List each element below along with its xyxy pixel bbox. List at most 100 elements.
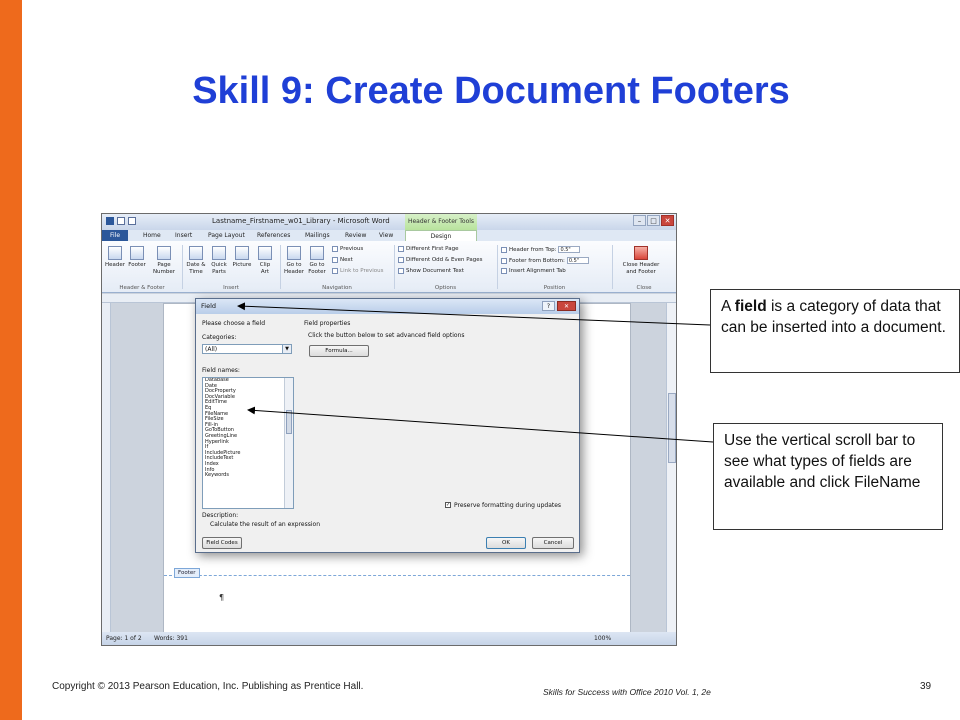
preserve-formatting-checkbox[interactable]: ✓ xyxy=(445,502,451,508)
preserve-formatting-label: Preserve formatting during updates xyxy=(454,502,562,509)
show-document-text-option[interactable]: Show Document Text xyxy=(398,268,464,274)
copyright-notice: Copyright © 2013 Pearson Education, Inc.… xyxy=(52,681,364,692)
header-from-top-field[interactable]: Header from Top: 0.5" xyxy=(501,246,581,253)
word-count[interactable]: Words: 391 xyxy=(154,635,188,642)
different-first-page-option[interactable]: Different First Page xyxy=(398,246,459,252)
tab-mailings[interactable]: Mailings xyxy=(305,232,330,239)
field-dialog: Field ? ✕ Please choose a field Categori… xyxy=(195,298,580,553)
go-to-header-button[interactable]: Go to Header xyxy=(284,246,304,276)
ribbon: Header Footer Page Number Date & Time Qu… xyxy=(102,241,676,293)
cancel-button[interactable]: Cancel xyxy=(532,537,574,549)
description-text: Calculate the result of an expression xyxy=(210,521,321,528)
header-icon xyxy=(108,246,122,260)
save-icon[interactable] xyxy=(117,217,125,225)
field-definition-callout: A field is a category of data that can b… xyxy=(710,289,960,373)
field-names-label: Field names: xyxy=(202,367,240,374)
ok-button[interactable]: OK xyxy=(486,537,526,549)
group-separator xyxy=(280,245,281,289)
insert-alignment-tab-button[interactable]: Insert Alignment Tab xyxy=(501,268,566,274)
checked-checkbox-icon xyxy=(398,268,404,274)
alignment-tab-icon xyxy=(501,268,507,274)
categories-label: Categories: xyxy=(202,334,237,341)
document-scroll-thumb[interactable] xyxy=(668,393,676,463)
tab-review[interactable]: Review xyxy=(345,232,366,239)
book-title: Skills for Success with Office 2010 Vol.… xyxy=(543,687,711,697)
group-label-insert: Insert xyxy=(223,285,239,291)
link-icon xyxy=(332,268,338,274)
minimize-button[interactable]: – xyxy=(633,215,646,226)
group-label-close: Close xyxy=(636,285,652,291)
chevron-down-icon: ▼ xyxy=(282,345,291,353)
close-header-footer-icon xyxy=(634,246,648,260)
field-term: field xyxy=(734,298,767,315)
dialog-title: Field xyxy=(196,299,579,314)
vertical-ruler[interactable] xyxy=(102,303,111,632)
ribbon-tab-row: File Home Insert Page Layout References … xyxy=(102,230,676,241)
go-to-footer-button[interactable]: Go to Footer xyxy=(307,246,327,276)
close-header-footer-button[interactable]: Close Header and Footer xyxy=(619,246,663,276)
help-button[interactable]: ? xyxy=(542,301,555,311)
group-label-options: Options xyxy=(434,285,457,291)
previous-icon xyxy=(332,246,338,252)
word-window-screenshot: Lastname_Firstname_w01_Library - Microso… xyxy=(101,213,677,646)
clip-art-button[interactable]: Clip Art xyxy=(255,246,275,276)
go-to-footer-icon xyxy=(310,246,324,260)
field-names-list[interactable]: Database Date DocProperty DocVariable EditTi… xyxy=(202,377,294,509)
field-list-scroll-thumb[interactable] xyxy=(286,410,292,434)
previous-button[interactable]: Previous xyxy=(332,246,363,252)
quick-parts-button[interactable]: Quick Parts xyxy=(209,246,229,276)
header-button[interactable]: Header xyxy=(105,246,125,269)
zoom-level[interactable]: 100% xyxy=(594,635,611,642)
page-number-button[interactable]: Page Number xyxy=(152,246,176,276)
status-bar: Page: 1 of 2 Words: 391 100% xyxy=(102,632,676,645)
tab-page-layout[interactable]: Page Layout xyxy=(208,232,245,239)
please-choose-label: Please choose a field xyxy=(202,320,266,327)
date-time-button[interactable]: Date & Time xyxy=(186,246,206,276)
go-to-header-icon xyxy=(287,246,301,260)
paragraph-mark: ¶ xyxy=(219,593,225,602)
footer-from-bottom-field[interactable]: Footer from Bottom: 0.5" xyxy=(501,257,589,264)
quick-parts-icon xyxy=(212,246,226,260)
next-icon xyxy=(332,257,338,263)
close-window-button[interactable]: ✕ xyxy=(661,215,674,226)
picture-icon xyxy=(235,246,249,260)
word-logo-icon xyxy=(106,217,114,225)
formula-button[interactable]: Formula... xyxy=(309,345,369,357)
tab-references[interactable]: References xyxy=(257,232,290,239)
document-vertical-scrollbar[interactable] xyxy=(666,303,676,632)
maximize-button[interactable]: □ xyxy=(647,215,660,226)
tab-home[interactable]: Home xyxy=(143,232,161,239)
header-position-icon xyxy=(501,246,507,253)
scroll-instruction-callout: Use the vertical scroll bar to see what … xyxy=(713,423,943,530)
dialog-close-button[interactable]: ✕ xyxy=(557,301,576,311)
group-separator xyxy=(394,245,395,289)
window-title: Lastname_Firstname_w01_Library - Microso… xyxy=(212,217,390,225)
field-properties-label: Field properties xyxy=(304,320,351,327)
window-controls: – □ ✕ xyxy=(633,215,674,226)
picture-button[interactable]: Picture xyxy=(232,246,252,269)
footer-tab: Footer xyxy=(174,568,200,578)
field-name-item[interactable]: Keywords xyxy=(203,472,293,479)
link-to-previous-button[interactable]: Link to Previous xyxy=(332,268,384,274)
slide-title: Skill 9: Create Document Footers xyxy=(192,70,790,112)
checkbox-icon xyxy=(398,246,404,252)
slide-number: 39 xyxy=(920,681,932,692)
field-list-scrollbar[interactable] xyxy=(284,378,293,508)
tab-design[interactable]: Design xyxy=(405,230,477,241)
quick-access-toolbar xyxy=(106,217,136,225)
footer-button[interactable]: Footer xyxy=(127,246,147,269)
tab-view[interactable]: View xyxy=(379,232,393,239)
next-button[interactable]: Next xyxy=(332,257,353,263)
word-title-bar: Lastname_Firstname_w01_Library - Microso… xyxy=(102,214,676,230)
tab-file[interactable]: File xyxy=(102,230,128,241)
tab-insert[interactable]: Insert xyxy=(175,232,192,239)
undo-icon[interactable] xyxy=(128,217,136,225)
footer-boundary xyxy=(164,575,630,576)
field-codes-button[interactable]: Field Codes xyxy=(202,537,242,549)
categories-dropdown[interactable]: (All) ▼ xyxy=(202,344,292,354)
calendar-icon xyxy=(189,246,203,260)
page-count[interactable]: Page: 1 of 2 xyxy=(106,635,142,642)
footer-icon xyxy=(130,246,144,260)
different-odd-even-option[interactable]: Different Odd & Even Pages xyxy=(398,257,482,263)
header-footer-tools-context-tab: Header & Footer Tools xyxy=(405,214,477,230)
